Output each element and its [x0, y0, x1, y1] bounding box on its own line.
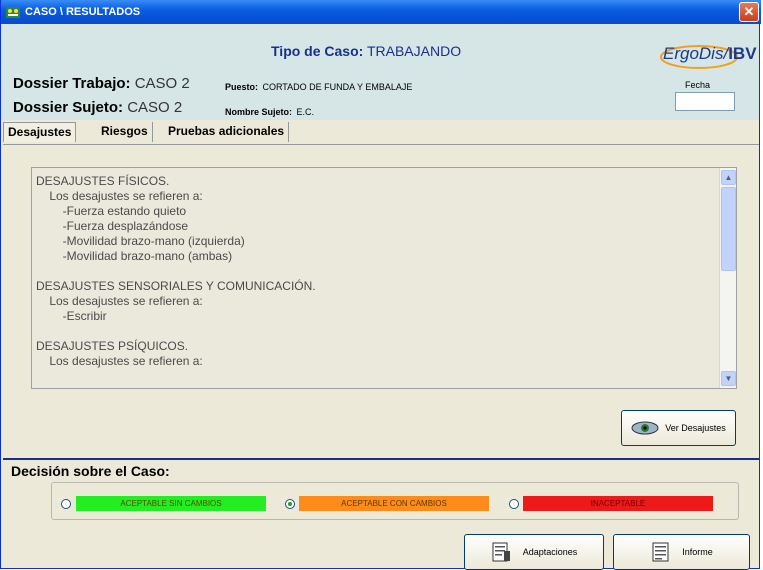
- adaptaciones-button[interactable]: Adaptaciones: [464, 534, 604, 570]
- tab-riesgos[interactable]: Riesgos: [97, 122, 153, 142]
- informe-button[interactable]: Informe: [613, 534, 750, 570]
- ver-desajustes-button[interactable]: Ver Desajustes: [621, 410, 736, 446]
- case-header: Tipo de Caso: TRABAJANDO ErgoDis/IBV Dos…: [1, 24, 759, 120]
- ver-desajustes-label: Ver Desajustes: [665, 423, 726, 433]
- desajuste-line: -Fuerza estando quieto: [36, 204, 187, 218]
- scroll-down-button[interactable]: ▼: [721, 371, 736, 386]
- desajustes-text: DESAJUSTES FÍSICOS. Los desajustes se re…: [36, 174, 716, 369]
- case-type-label: Tipo de Caso:: [271, 43, 364, 59]
- desajuste-line: Los desajustes se refieren a:: [36, 189, 203, 203]
- document-edit-icon: [491, 541, 513, 563]
- tab-desajustes[interactable]: Desajustes: [3, 122, 77, 142]
- scroll-up-button[interactable]: ▲: [721, 170, 736, 185]
- logo-text: ErgoDis/IBV: [663, 44, 757, 63]
- close-button[interactable]: ✕: [739, 2, 759, 22]
- desajuste-line: Los desajustes se refieren a:: [36, 294, 203, 308]
- informe-label: Informe: [682, 547, 713, 557]
- dossier-sujeto-label: Dossier Sujeto:: [13, 99, 124, 116]
- desajuste-line: -Fuerza desplazándose: [36, 219, 189, 233]
- adaptaciones-label: Adaptaciones: [522, 547, 578, 557]
- tab-pruebas-adicionales[interactable]: Pruebas adicionales: [164, 122, 290, 142]
- app-icon: [5, 4, 21, 20]
- desajustes-textarea[interactable]: DESAJUSTES FÍSICOS. Los desajustes se re…: [31, 167, 737, 389]
- desajuste-line: DESAJUSTES SENSORIALES Y COMUNICACIÓN.: [36, 279, 316, 293]
- window-title: CASO \ RESULTADOS: [25, 6, 141, 18]
- decision-title: Decisión sobre el Caso:: [11, 463, 170, 479]
- puesto-value: CORTADO DE FUNDA Y EMBALAJE: [262, 82, 413, 92]
- eye-icon: [631, 421, 659, 435]
- dossier-trabajo-label: Dossier Trabajo:: [13, 75, 131, 92]
- dossier-trabajo-value: CASO 2: [134, 75, 190, 92]
- nombre-sujeto-value: E.C.: [296, 107, 314, 117]
- case-type: Tipo de Caso: TRABAJANDO: [271, 43, 461, 59]
- desajuste-line: -Escribir: [36, 309, 107, 323]
- dossier-sujeto: Dossier Sujeto: CASO 2: [13, 99, 182, 116]
- desajuste-line: Los desajustes se refieren a:: [36, 354, 203, 368]
- fecha-field[interactable]: [675, 92, 735, 111]
- option-aceptable-con-cambios[interactable]: ACEPTABLE CON CAMBIOS: [299, 496, 489, 511]
- radio-aceptable-sin-cambios[interactable]: [61, 499, 71, 509]
- scroll-thumb[interactable]: [721, 187, 736, 271]
- results-window: CASO \ RESULTADOS ✕ Tipo de Caso: TRABAJ…: [0, 0, 761, 570]
- fecha-label: Fecha: [685, 80, 711, 90]
- desajuste-line: -Movilidad brazo-mano (ambas): [36, 249, 233, 263]
- report-icon: [650, 541, 672, 563]
- vertical-scrollbar[interactable]: ▲ ▼: [719, 168, 736, 388]
- case-type-value: TRABAJANDO: [366, 43, 462, 59]
- dossier-sujeto-value: CASO 2: [127, 99, 183, 116]
- radio-inaceptable[interactable]: [509, 499, 519, 509]
- puesto-label: Puesto:: [225, 82, 259, 92]
- close-icon: ✕: [743, 4, 755, 19]
- tab-strip: Desajustes Riesgos Pruebas adicionales: [1, 120, 759, 144]
- desajuste-line: DESAJUSTES FÍSICOS.: [36, 174, 170, 188]
- option-aceptable-sin-cambios[interactable]: ACEPTABLE SIN CAMBIOS: [76, 496, 266, 511]
- desajuste-line: [36, 324, 716, 339]
- puesto: Puesto: CORTADO DE FUNDA Y EMBALAJE: [225, 77, 412, 95]
- title-bar[interactable]: CASO \ RESULTADOS ✕: [1, 0, 761, 24]
- nombre-sujeto-label: Nombre Sujeto:: [225, 107, 293, 117]
- nombre-sujeto: Nombre Sujeto: E.C.: [225, 102, 314, 120]
- desajuste-line: DESAJUSTES PSÍQUICOS.: [36, 339, 189, 353]
- dossier-trabajo: Dossier Trabajo: CASO 2: [13, 75, 190, 92]
- radio-aceptable-con-cambios[interactable]: [285, 499, 295, 509]
- desajuste-line: [36, 264, 716, 279]
- desajuste-line: -Movilidad brazo-mano (izquierda): [36, 234, 245, 248]
- option-inaceptable[interactable]: INACEPTABLE: [523, 496, 713, 511]
